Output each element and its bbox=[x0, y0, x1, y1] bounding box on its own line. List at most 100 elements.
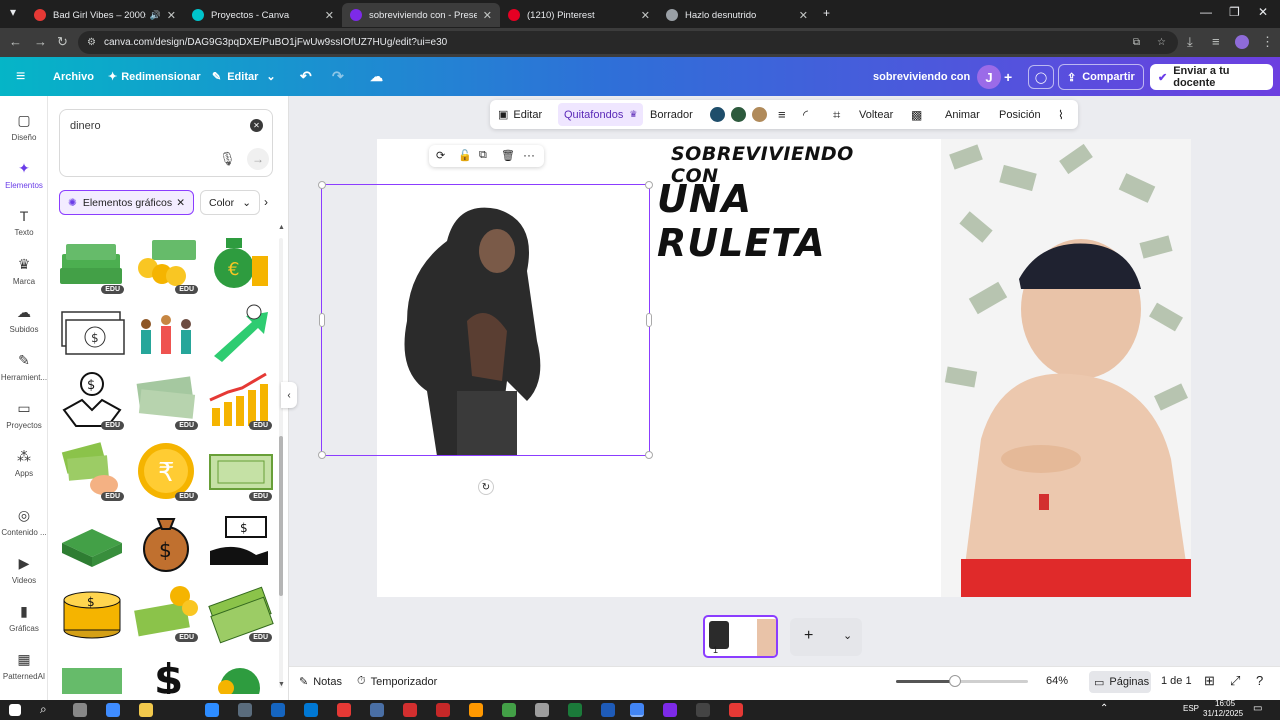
euro-bag-graphic[interactable]: € bbox=[206, 234, 274, 296]
pdf-icon[interactable] bbox=[403, 703, 417, 717]
money-growth-arrow-graphic[interactable] bbox=[206, 302, 274, 364]
language-indicator[interactable]: ESP bbox=[1183, 704, 1199, 713]
app-icon[interactable] bbox=[271, 703, 285, 717]
close-tab-icon[interactable]: ✕ bbox=[641, 9, 650, 22]
animar-button[interactable]: Animar bbox=[945, 100, 980, 129]
dollar-stack-graphic[interactable]: EDU bbox=[206, 582, 274, 644]
remove-filter-icon[interactable]: ✕ bbox=[176, 197, 185, 209]
forward-icon[interactable]: → bbox=[34, 34, 47, 49]
bookmark-star-icon[interactable]: ☆ bbox=[1157, 31, 1166, 54]
rail-item-apps[interactable]: ⁂ Apps bbox=[0, 448, 48, 478]
enviar-docente-button[interactable]: ✔ Enviar a tu docente bbox=[1150, 64, 1273, 90]
rail-item-marca[interactable]: ♛ Marca bbox=[0, 256, 48, 286]
cash-bundle-graphic[interactable] bbox=[58, 654, 126, 694]
color-swatch[interactable] bbox=[710, 107, 725, 122]
chrome-icon[interactable] bbox=[630, 703, 644, 717]
zoom-app-icon[interactable] bbox=[205, 703, 219, 717]
collapse-panel-icon[interactable]: ‹ bbox=[281, 382, 297, 408]
compartir-button[interactable]: ⇪ Compartir bbox=[1058, 64, 1144, 90]
app-icon[interactable] bbox=[502, 703, 516, 717]
browser-menu-icon[interactable]: ⋮ bbox=[1261, 34, 1274, 50]
browser-tab[interactable]: Hazlo desnutrido ✕ bbox=[658, 3, 816, 27]
zoom-level[interactable]: 64% bbox=[1046, 675, 1068, 687]
man-money-photo[interactable] bbox=[941, 139, 1191, 597]
transparency-icon[interactable]: ▩ bbox=[911, 100, 922, 129]
color-swatch[interactable] bbox=[752, 107, 767, 122]
rotate-handle-icon[interactable]: ↻ bbox=[478, 479, 494, 495]
redo-icon[interactable]: ↷ bbox=[332, 57, 344, 96]
search-box[interactable]: dinero ✕ 🎙 → bbox=[59, 109, 273, 177]
hand-giving-money-graphic[interactable]: $ bbox=[206, 511, 274, 573]
color-filter-dropdown[interactable]: Color ⌄ bbox=[200, 190, 260, 215]
redimensionar-button[interactable]: ✦ Redimensionar bbox=[108, 57, 201, 96]
close-tab-icon[interactable]: ✕ bbox=[483, 9, 492, 22]
fullscreen-icon[interactable]: ⤢ bbox=[1230, 673, 1240, 689]
rail-item-texto[interactable]: T Texto bbox=[0, 208, 48, 237]
install-app-icon[interactable]: ⧉ bbox=[1133, 31, 1140, 54]
windows-start-icon[interactable] bbox=[9, 704, 21, 716]
rail-item-videos[interactable]: ▶ Videos bbox=[0, 555, 48, 585]
minimize-icon[interactable]: — bbox=[1200, 5, 1212, 19]
reload-icon[interactable]: ↻ bbox=[57, 34, 68, 50]
selection-box[interactable] bbox=[318, 181, 653, 459]
cloud-save-icon[interactable]: ☁ bbox=[370, 57, 383, 96]
rail-item-elementos[interactable]: ✦ Elementos bbox=[0, 160, 48, 190]
rail-item-proyectos[interactable]: ▭ Proyectos bbox=[0, 400, 48, 430]
money-bag-graphic[interactable]: $ bbox=[132, 511, 200, 573]
scroll-down-icon[interactable]: ▼ bbox=[278, 681, 285, 688]
collaborator-avatar[interactable]: J bbox=[977, 65, 1001, 89]
gold-coin-stack-graphic[interactable]: $ bbox=[58, 582, 126, 644]
maximize-icon[interactable]: ❐ bbox=[1229, 5, 1240, 19]
slide-title-line2[interactable]: UNA RULETA bbox=[657, 177, 897, 265]
more-options-icon[interactable]: ··· bbox=[523, 148, 535, 162]
app-icon[interactable] bbox=[436, 703, 450, 717]
quitafondos-button[interactable]: Quitafondos ♛ bbox=[558, 103, 644, 126]
close-tab-icon[interactable]: ✕ bbox=[799, 9, 808, 22]
task-view-icon[interactable] bbox=[73, 703, 87, 717]
panel-scrollbar-thumb[interactable] bbox=[279, 436, 283, 596]
rail-item-diseno[interactable]: ▢ Diseño bbox=[0, 112, 48, 142]
word-icon[interactable] bbox=[601, 703, 615, 717]
archivo-button[interactable]: Archivo bbox=[53, 57, 94, 96]
temporizador-button[interactable]: ⏱ Temporizador bbox=[357, 675, 437, 688]
corner-rounding-icon[interactable]: ◜ bbox=[803, 100, 808, 129]
money-stack-graphic[interactable]: EDU bbox=[58, 234, 126, 296]
close-tab-icon[interactable]: ✕ bbox=[325, 9, 334, 22]
help-icon[interactable]: ? bbox=[1256, 673, 1263, 688]
opera-icon[interactable] bbox=[337, 703, 351, 717]
zoom-slider[interactable] bbox=[896, 675, 1028, 687]
app-icon[interactable] bbox=[729, 703, 743, 717]
search-input[interactable]: dinero bbox=[70, 120, 101, 132]
app-icon[interactable] bbox=[238, 703, 252, 717]
design-title[interactable]: sobreviviendo con bbox=[873, 57, 970, 96]
close-window-icon[interactable]: ✕ bbox=[1258, 5, 1268, 19]
add-collaborator-icon[interactable]: + bbox=[1004, 57, 1012, 96]
add-page-icon[interactable]: + bbox=[804, 627, 813, 645]
grid-view-icon[interactable]: ⊞ bbox=[1204, 673, 1215, 689]
clock-time[interactable]: 16:05 bbox=[1215, 699, 1235, 708]
comments-icon[interactable]: ◯ bbox=[1028, 65, 1054, 89]
app-icon[interactable] bbox=[106, 703, 120, 717]
dollar-sign-graphic[interactable]: $ bbox=[132, 654, 200, 694]
chevron-down-icon[interactable]: ⌄ bbox=[843, 629, 852, 642]
rail-item-patternedai[interactable]: ▦ PatternedAI bbox=[0, 651, 48, 681]
file-explorer-icon[interactable] bbox=[139, 703, 153, 717]
new-tab-icon[interactable]: + bbox=[823, 6, 830, 20]
browser-tab[interactable]: (1210) Pinterest ✕ bbox=[500, 3, 658, 27]
dollar-bills-fan-graphic[interactable]: EDU bbox=[132, 370, 200, 432]
search-icon[interactable]: ⌕ bbox=[40, 702, 47, 717]
notas-button[interactable]: ✎ Notas bbox=[299, 675, 342, 689]
canva-icon[interactable] bbox=[663, 703, 677, 717]
money-coins-graphic[interactable]: EDU bbox=[132, 234, 200, 296]
dollar-handshake-graphic[interactable]: $ EDU bbox=[58, 370, 126, 432]
download-icon[interactable]: ⤓ bbox=[1187, 34, 1193, 50]
clear-search-icon[interactable]: ✕ bbox=[250, 119, 263, 132]
money-bag-green-graphic[interactable] bbox=[206, 654, 274, 694]
menu-hamburger-icon[interactable]: ≡ bbox=[16, 57, 25, 96]
browser-tab[interactable]: Proyectos - Canva ✕ bbox=[184, 3, 342, 27]
resize-handle[interactable] bbox=[318, 451, 326, 459]
page-thumbnail[interactable]: 1 bbox=[703, 615, 778, 658]
excel-icon[interactable] bbox=[568, 703, 582, 717]
browser-tab-active[interactable]: sobreviviendo con - Presentaci ✕ bbox=[342, 3, 500, 27]
rail-item-herramientas[interactable]: ✎ Herramient... bbox=[0, 352, 48, 382]
